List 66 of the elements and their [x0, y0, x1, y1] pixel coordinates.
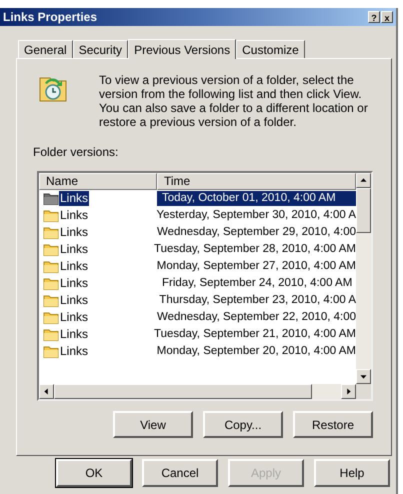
panel-button[interactable]: Restore	[293, 411, 373, 438]
folder-icon	[43, 260, 59, 273]
folder-icon	[43, 311, 59, 324]
table-cell-text: Tuesday, September 28, 2010, 4:00 AM	[152, 242, 356, 257]
list-label: Folder versions:	[33, 144, 118, 161]
table-cell: Links	[59, 276, 90, 291]
list-row[interactable]: Links Thursday, September 23, 2010, 4:00 A	[39, 292, 356, 309]
list-row[interactable]: Links Wednesday, September 29, 2010, 4:00	[39, 224, 356, 241]
table-cell: Links	[59, 242, 90, 257]
close-button[interactable]: x	[381, 11, 393, 23]
folder-icon	[43, 328, 59, 341]
vertical-scrollbar[interactable]	[356, 173, 371, 384]
list-row[interactable]: Links Tuesday, September 28, 2010, 4:00 AM	[39, 241, 356, 258]
scroll-thumb[interactable]	[356, 188, 371, 233]
list-row[interactable]: Links Friday, September 24, 2010, 4:00 AM	[39, 275, 356, 292]
table-cell-text: Wednesday, September 29, 2010, 4:00	[156, 225, 356, 240]
table-cell-text: Wednesday, September 22, 2010, 4:00	[156, 310, 356, 325]
scroll-up-icon[interactable]	[356, 173, 371, 188]
dialog-button[interactable]: OK	[56, 459, 132, 487]
folder-icon	[43, 243, 59, 256]
column-header[interactable]: Name	[39, 173, 157, 190]
folder-icon	[43, 192, 59, 205]
scroll-thumb[interactable]	[54, 384, 312, 399]
table-cell: Links	[59, 293, 90, 308]
dialog-button[interactable]: Cancel	[142, 459, 218, 487]
scroll-left-icon[interactable]	[39, 384, 54, 399]
list-row[interactable]: Links Monday, September 27, 2010, 4:00 AM	[39, 258, 356, 275]
tab[interactable]: Security	[72, 40, 128, 58]
panel-button[interactable]: View	[113, 411, 193, 438]
help-button[interactable]: ?	[368, 11, 380, 23]
tab[interactable]: General	[18, 40, 73, 58]
table-cell-text: Tuesday, September 21, 2010, 4:00 AM	[152, 327, 356, 342]
window-title: Links Properties	[3, 9, 98, 26]
table-cell-text: Monday, September 20, 2010, 4:00 AM	[156, 344, 356, 359]
folder-icon	[43, 277, 59, 290]
list-row[interactable]: Links Wednesday, September 22, 2010, 4:00	[39, 309, 356, 326]
scroll-right-icon[interactable]	[341, 384, 356, 399]
list-row[interactable]: Links Monday, September 20, 2010, 4:00 AM	[39, 343, 356, 360]
list-row[interactable]: Links Today, October 01, 2010, 4:00 AM	[39, 190, 356, 207]
dialog-button[interactable]: Help	[314, 459, 390, 487]
table-cell: Links	[59, 344, 90, 359]
scroll-down-icon[interactable]	[356, 369, 371, 384]
table-cell-text: Yesterday, September 30, 2010, 4:00 A	[156, 208, 356, 223]
scrollbar-corner	[356, 384, 371, 399]
description-text: To view a previous version of a folder, select the version from the following list and then click View. You can also save a folder to a different location or restore a previous version of a folder.	[99, 73, 369, 129]
table-cell: Links	[59, 310, 90, 325]
table-cell-text: Thursday, September 23, 2010, 4:00 A	[158, 293, 356, 308]
folder-icon	[43, 345, 59, 358]
table-cell: Links	[59, 225, 90, 240]
column-header[interactable]: Time	[157, 173, 356, 190]
folder-icon	[43, 226, 59, 239]
table-cell: Links	[59, 208, 90, 223]
table-cell: Today, October 01, 2010, 4:00 AM	[157, 191, 356, 206]
table-cell-text: Friday, September 24, 2010, 4:00 AM	[161, 276, 354, 291]
list-row[interactable]: Links Tuesday, September 21, 2010, 4:00 AM	[39, 326, 356, 343]
list-row[interactable]: Links Yesterday, September 30, 2010, 4:00 A	[39, 207, 356, 224]
panel-button[interactable]: Copy...	[203, 411, 283, 438]
table-cell: Links	[59, 191, 90, 206]
folder-icon	[43, 294, 59, 307]
folder-icon	[43, 209, 59, 222]
horizontal-scrollbar[interactable]	[39, 384, 371, 399]
table-cell: Links	[59, 259, 90, 274]
table-cell-text: Monday, September 27, 2010, 4:00 AM	[156, 259, 356, 274]
table-cell: Links	[59, 327, 90, 342]
tab[interactable]: Customize	[236, 40, 305, 58]
tab[interactable]: Previous Versions	[128, 39, 236, 59]
